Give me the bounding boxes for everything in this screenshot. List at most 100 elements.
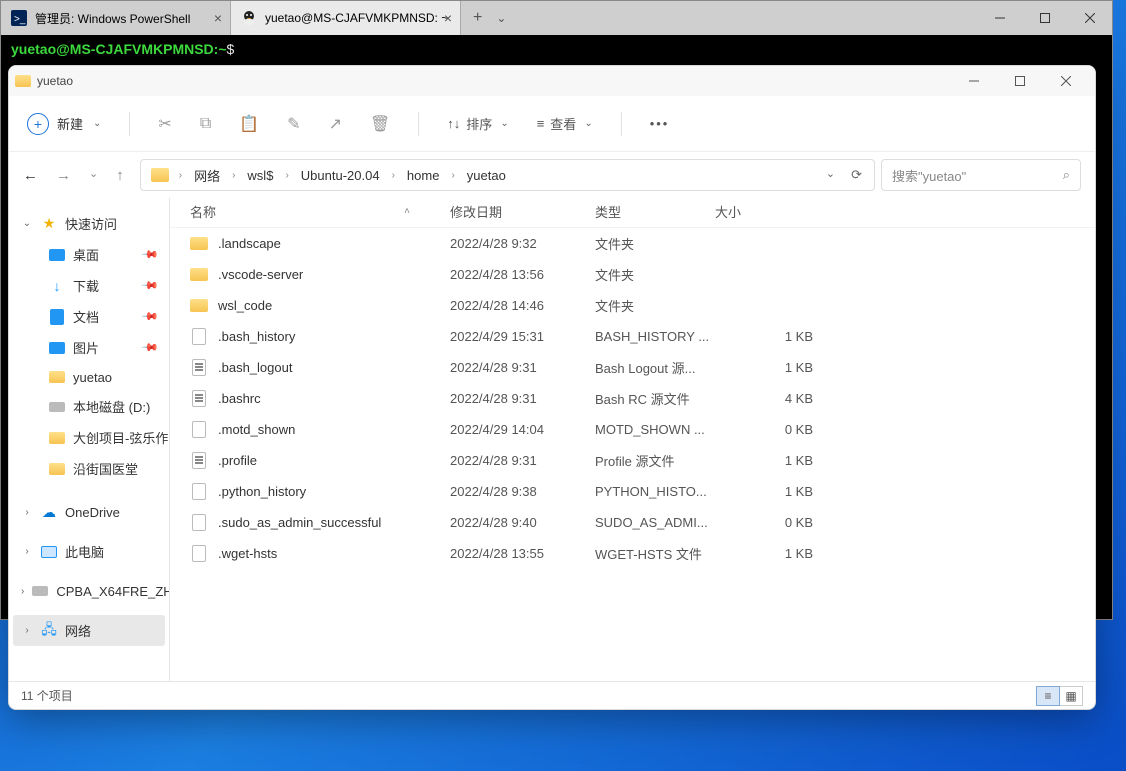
- prompt-path: ~: [218, 41, 226, 57]
- recent-button[interactable]: ⌄: [89, 167, 98, 184]
- rename-icon[interactable]: ✎: [287, 114, 300, 134]
- breadcrumb-item[interactable]: Ubuntu-20.04: [295, 168, 386, 183]
- sidebar-item-folder[interactable]: yuetao: [13, 363, 165, 391]
- column-header-name[interactable]: 名称 ˄: [190, 202, 450, 221]
- file-date: 2022/4/29 14:04: [450, 422, 595, 437]
- copy-icon[interactable]: ⧉: [200, 115, 211, 133]
- table-row[interactable]: .vscode-server2022/4/28 13:56文件夹: [170, 259, 1095, 290]
- pin-icon: 📌: [141, 307, 160, 326]
- sidebar-drive[interactable]: › CPBA_X64FRE_ZH: [13, 577, 165, 605]
- close-button[interactable]: [1067, 1, 1112, 35]
- table-row[interactable]: .sudo_as_admin_successful2022/4/28 9:40S…: [170, 507, 1095, 538]
- search-input[interactable]: 搜索"yuetao" ⌕: [881, 159, 1081, 191]
- terminal-tab-powershell[interactable]: >_ 管理员: Windows PowerShell ×: [1, 1, 231, 35]
- sidebar-network[interactable]: › 🖧 网络: [13, 615, 165, 646]
- file-type: 文件夹: [595, 234, 753, 253]
- column-header-date[interactable]: 修改日期: [450, 202, 595, 221]
- address-bar[interactable]: › 网络 › wsl$ › Ubuntu-20.04 › home › yuet…: [140, 159, 875, 191]
- close-icon[interactable]: ×: [444, 10, 452, 26]
- breadcrumb-item[interactable]: wsl$: [241, 168, 279, 183]
- maximize-button[interactable]: [1022, 1, 1067, 35]
- sidebar-item-disk[interactable]: 本地磁盘 (D:): [13, 391, 165, 422]
- file-size: 1 KB: [753, 484, 813, 499]
- sidebar-label: 大创项目-弦乐作: [73, 428, 168, 447]
- new-tab-button[interactable]: +: [473, 9, 482, 27]
- delete-icon[interactable]: 🗑: [370, 114, 390, 134]
- breadcrumb-item[interactable]: home: [401, 168, 446, 183]
- separator: [621, 112, 622, 136]
- search-placeholder: 搜索"yuetao": [892, 166, 966, 185]
- table-row[interactable]: .wget-hsts2022/4/28 13:55WGET-HSTS 文件1 K…: [170, 538, 1095, 569]
- folder-icon: [49, 369, 65, 385]
- refresh-button[interactable]: ⟳: [851, 167, 862, 183]
- sidebar-label: 网络: [65, 621, 91, 640]
- file-name: .motd_shown: [218, 422, 450, 437]
- table-row[interactable]: .motd_shown2022/4/29 14:04MOTD_SHOWN ...…: [170, 414, 1095, 445]
- tab-dropdown-button[interactable]: ⌄: [496, 11, 506, 25]
- file-list-pane: 名称 ˄ 修改日期 类型 大小 .landscape2022/4/28 9:32…: [170, 198, 1095, 681]
- table-row[interactable]: .python_history2022/4/28 9:38PYTHON_HIST…: [170, 476, 1095, 507]
- chevron-right-icon: ›: [283, 170, 290, 181]
- up-button[interactable]: ↑: [116, 167, 124, 184]
- sidebar-item-pictures[interactable]: 图片 📌: [13, 332, 165, 363]
- view-icon: ≡: [537, 116, 545, 131]
- plus-icon: +: [27, 113, 49, 135]
- file-size: 1 KB: [753, 546, 813, 561]
- sidebar-item-desktop[interactable]: 桌面 📌: [13, 239, 165, 270]
- minimize-button[interactable]: [951, 66, 997, 96]
- table-row[interactable]: wsl_code2022/4/28 14:46文件夹: [170, 290, 1095, 321]
- tiles-view-button[interactable]: ▦: [1059, 686, 1083, 706]
- desktop-icon: [49, 247, 65, 263]
- sort-button[interactable]: ↑↓ 排序 ⌄: [447, 114, 508, 133]
- new-button[interactable]: + 新建 ⌄: [27, 113, 101, 135]
- chevron-right-icon: ›: [21, 625, 33, 636]
- file-type: BASH_HISTORY ...: [595, 329, 753, 344]
- file-name: .vscode-server: [218, 267, 450, 282]
- explorer-titlebar[interactable]: yuetao: [9, 66, 1095, 96]
- paste-icon[interactable]: 📋: [239, 114, 259, 134]
- back-button[interactable]: ←: [23, 167, 38, 184]
- terminal-tab-wsl[interactable]: yuetao@MS-CJAFVMKPMNSD: ~ ×: [231, 1, 461, 35]
- powershell-icon: >_: [11, 10, 27, 26]
- maximize-button[interactable]: [997, 66, 1043, 96]
- breadcrumb-item[interactable]: 网络: [188, 166, 226, 185]
- more-button[interactable]: •••: [650, 116, 670, 131]
- column-label: 修改日期: [450, 205, 502, 220]
- sidebar-item-folder[interactable]: 沿街国医堂: [13, 453, 165, 484]
- details-view-button[interactable]: ≡: [1036, 686, 1060, 706]
- terminal-body[interactable]: yuetao@MS-CJAFVMKPMNSD:~$: [1, 35, 1112, 64]
- sidebar-quick-access[interactable]: ⌄ ★ 快速访问: [13, 208, 165, 239]
- address-dropdown-button[interactable]: ⌄: [826, 167, 835, 183]
- folder-icon: [151, 168, 169, 182]
- table-row[interactable]: .bashrc2022/4/28 9:31Bash RC 源文件4 KB: [170, 383, 1095, 414]
- sidebar-item-documents[interactable]: 文档 📌: [13, 301, 165, 332]
- file-icon: [190, 545, 208, 563]
- network-icon: 🖧: [41, 623, 57, 639]
- file-icon: [190, 390, 208, 408]
- sidebar-item-folder[interactable]: 大创项目-弦乐作: [13, 422, 165, 453]
- list-header: 名称 ˄ 修改日期 类型 大小: [170, 198, 1095, 228]
- table-row[interactable]: .profile2022/4/28 9:31Profile 源文件1 KB: [170, 445, 1095, 476]
- sidebar-this-pc[interactable]: › 此电脑: [13, 536, 165, 567]
- file-name: .bash_logout: [218, 360, 450, 375]
- cut-icon[interactable]: ✂: [158, 114, 171, 134]
- table-row[interactable]: .bash_logout2022/4/28 9:31Bash Logout 源.…: [170, 352, 1095, 383]
- terminal-tabbar: >_ 管理员: Windows PowerShell × yuetao@MS-C…: [1, 1, 1112, 35]
- column-header-type[interactable]: 类型: [595, 202, 715, 221]
- file-size: 4 KB: [753, 391, 813, 406]
- close-button[interactable]: [1043, 66, 1089, 96]
- explorer-window: yuetao + 新建 ⌄ ✂ ⧉ 📋 ✎ ↗ 🗑 ↑↓ 排序 ⌄ ≡ 查看 ⌄: [8, 65, 1096, 710]
- table-row[interactable]: .bash_history2022/4/29 15:31BASH_HISTORY…: [170, 321, 1095, 352]
- forward-button[interactable]: →: [56, 167, 71, 184]
- list-rows: .landscape2022/4/28 9:32文件夹.vscode-serve…: [170, 228, 1095, 681]
- view-button[interactable]: ≡ 查看 ⌄: [537, 114, 593, 133]
- close-icon[interactable]: ×: [214, 10, 222, 26]
- column-header-size[interactable]: 大小: [715, 202, 785, 221]
- share-icon[interactable]: ↗: [329, 114, 342, 134]
- file-name: .python_history: [218, 484, 450, 499]
- sidebar-onedrive[interactable]: › ☁ OneDrive: [13, 498, 165, 526]
- table-row[interactable]: .landscape2022/4/28 9:32文件夹: [170, 228, 1095, 259]
- minimize-button[interactable]: [977, 1, 1022, 35]
- sidebar-item-downloads[interactable]: ↓ 下载 📌: [13, 270, 165, 301]
- breadcrumb-item[interactable]: yuetao: [461, 168, 512, 183]
